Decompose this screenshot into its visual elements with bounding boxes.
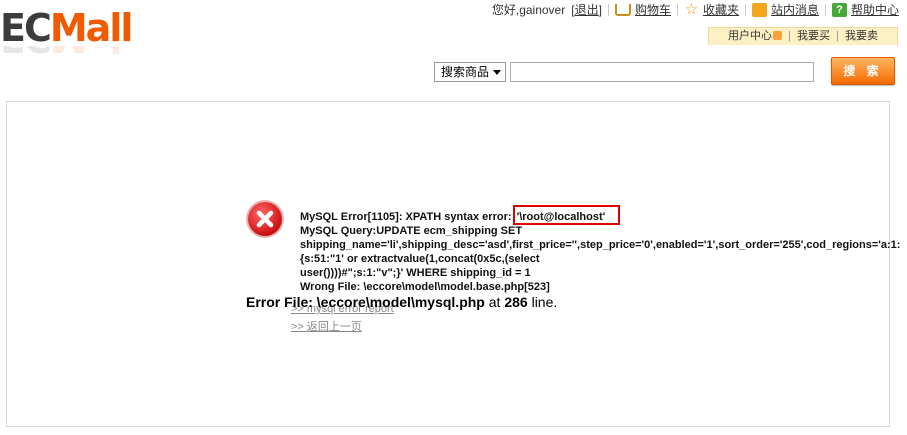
divider: | (836, 30, 839, 42)
error-file-at: at (484, 294, 505, 310)
star-icon: ☆ (684, 1, 699, 18)
divider (744, 4, 746, 16)
logout-link[interactable]: 退出 (575, 2, 599, 18)
cart-link[interactable]: 购物车 (614, 2, 671, 18)
divider: | (788, 30, 791, 42)
top-user-bar: 您好,gainover [退出] 购物车 ☆ 收藏夹 站内消息 ? 帮助中心 (492, 2, 899, 18)
sell-link[interactable]: 我要卖 (845, 30, 878, 42)
divider (607, 4, 609, 16)
favorites-label[interactable]: 收藏夹 (703, 2, 739, 18)
messages-link[interactable]: 站内消息 (751, 2, 819, 18)
chevron-down-icon[interactable] (773, 31, 783, 40)
cart-label[interactable]: 购物车 (635, 2, 671, 18)
mysql-query-detail-3: user())))#";s:1:"v";}' WHERE shipping_id… (300, 267, 531, 279)
search-button[interactable]: 搜 索 (831, 57, 895, 85)
speaker-icon (751, 3, 767, 17)
help-link[interactable]: ? 帮助中心 (831, 2, 899, 18)
wrong-file-line: Wrong File: \eccore\model\model.base.php… (300, 281, 550, 293)
logo-mall: Mall (49, 6, 134, 50)
logo-ec: EC (0, 6, 52, 50)
highlight-box (513, 205, 620, 225)
divider (676, 4, 678, 16)
mysql-query-detail: shipping_name='li',shipping_desc='asd',f… (300, 239, 901, 251)
mysql-query-detail-2: {s:51:"1' or extractvalue(1,concat(0x5c,… (300, 253, 540, 265)
error-file-line: Error File: \eccore\model\mysql.php at 2… (246, 294, 557, 310)
user-subnav: 用户中心 | 我要买 | 我要卖 (708, 27, 898, 45)
error-file-line-number: 286 (504, 294, 528, 310)
logout-bracket-close: ] (598, 3, 602, 17)
logo-reflection-ec: EC (0, 46, 50, 60)
ecmall-logo[interactable]: ECMall (0, 6, 133, 50)
user-center-menu[interactable]: 用户中心 (728, 30, 772, 42)
logo-reflection-mall: Mall (50, 46, 120, 60)
search-input[interactable] (510, 62, 814, 82)
messages-label[interactable]: 站内消息 (771, 2, 819, 18)
divider (824, 4, 826, 16)
cart-icon (614, 4, 631, 16)
greeting-text: 您好,gainover (491, 3, 566, 17)
error-file-prefix: Error File: (246, 294, 317, 310)
help-icon: ? (831, 3, 847, 17)
error-file-path: \eccore\model\mysql.php (316, 294, 485, 310)
mysql-error-text: MySQL Error[1105]: XPATH syntax error: (300, 211, 515, 223)
error-file-suffix: line. (527, 294, 558, 310)
search-scope-value: 搜索商品 (441, 65, 490, 79)
error-x-icon (248, 202, 282, 236)
go-back-link[interactable]: >> 返回上一页 (291, 318, 362, 334)
help-label[interactable]: 帮助中心 (851, 2, 899, 18)
logo-reflection: ECMall (0, 46, 120, 60)
search-scope-select[interactable]: 搜索商品 (434, 62, 506, 82)
dropdown-arrow-icon (493, 70, 501, 75)
mysql-query-line: MySQL Query:UPDATE ecm_shipping SET (300, 225, 523, 237)
favorites-link[interactable]: ☆ 收藏夹 (684, 2, 739, 18)
buy-link[interactable]: 我要买 (797, 30, 830, 42)
